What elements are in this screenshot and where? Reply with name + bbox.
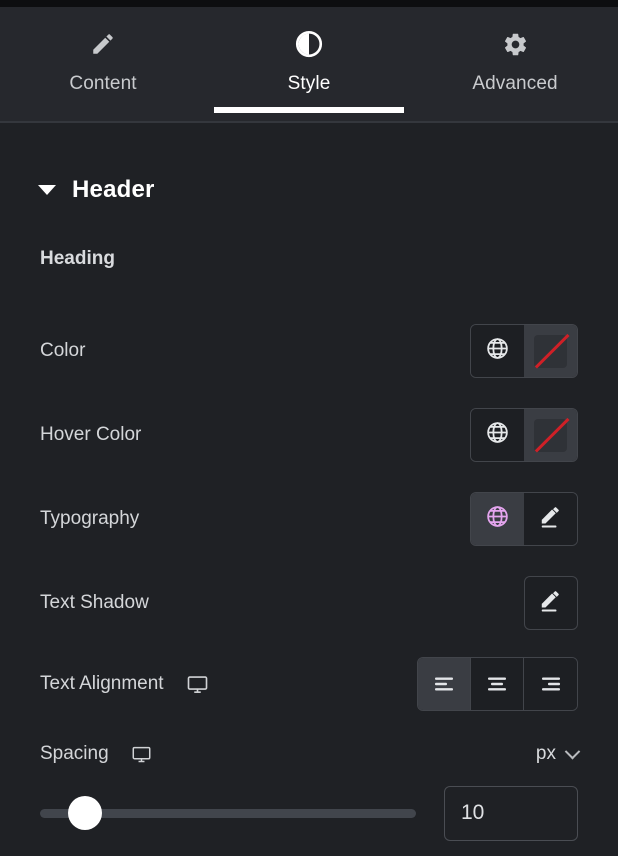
- control-label-typography: Typography: [40, 508, 140, 529]
- chevron-down-icon: [38, 185, 56, 195]
- globe-icon: [485, 420, 510, 450]
- desktop-icon[interactable]: [186, 673, 209, 696]
- global-color-button[interactable]: [471, 409, 524, 461]
- color-control-group: [470, 324, 578, 378]
- control-label-hover-color: Hover Color: [40, 424, 142, 445]
- no-color-swatch-icon: [534, 334, 567, 368]
- hover-color-control-group: [470, 408, 578, 462]
- tab-style[interactable]: Style: [206, 7, 412, 121]
- pencil-icon: [90, 29, 116, 59]
- tab-advanced-label: Advanced: [472, 73, 558, 94]
- tab-content-label: Content: [69, 73, 137, 94]
- tab-content[interactable]: Content: [0, 7, 206, 121]
- align-left-button[interactable]: [418, 658, 471, 710]
- align-right-button[interactable]: [524, 658, 577, 710]
- text-alignment-group: [417, 657, 578, 711]
- chevron-down-icon: [564, 743, 581, 759]
- elementor-style-panel: Content Style Advanced Header Heading Co…: [0, 0, 618, 856]
- control-row-hover-color: Hover Color: [0, 407, 618, 463]
- spacing-slider-row: [0, 783, 618, 843]
- pencil-edit-icon: [538, 504, 564, 535]
- color-swatch-button[interactable]: [524, 409, 577, 461]
- control-label-text-shadow: Text Shadow: [40, 592, 149, 613]
- control-row-text-alignment: Text Alignment: [0, 656, 618, 712]
- control-row-text-shadow: Text Shadow: [0, 575, 618, 631]
- gear-icon: [502, 29, 529, 59]
- contrast-icon: [294, 29, 324, 59]
- control-row-color: Color: [0, 323, 618, 379]
- control-label-spacing: Spacing: [40, 743, 109, 764]
- control-label-text-alignment: Text Alignment: [40, 673, 164, 694]
- global-typography-button[interactable]: [471, 493, 524, 545]
- globe-icon: [485, 504, 510, 534]
- align-center-button[interactable]: [471, 658, 524, 710]
- typography-control-group: [470, 492, 578, 546]
- pencil-edit-icon: [538, 588, 564, 619]
- unit-selector[interactable]: px: [535, 743, 581, 765]
- section-header-toggle[interactable]: Header: [0, 123, 618, 204]
- control-row-spacing: Spacing px: [0, 728, 618, 780]
- section-title: Header: [72, 176, 155, 203]
- group-label-heading: Heading: [40, 248, 115, 269]
- control-row-typography: Typography: [0, 491, 618, 547]
- tab-active-indicator: [214, 107, 404, 113]
- spacing-value-input[interactable]: [444, 785, 578, 841]
- slider-thumb[interactable]: [68, 796, 102, 830]
- color-swatch-button[interactable]: [524, 325, 577, 377]
- text-shadow-edit-button[interactable]: [524, 576, 578, 630]
- unit-label: px: [535, 743, 556, 764]
- no-color-swatch-icon: [534, 418, 567, 452]
- global-color-button[interactable]: [471, 325, 524, 377]
- globe-icon: [485, 336, 510, 366]
- control-label-color: Color: [40, 340, 86, 361]
- desktop-icon[interactable]: [131, 744, 152, 765]
- panel-tab-bar: Content Style Advanced: [0, 7, 618, 121]
- tab-advanced[interactable]: Advanced: [412, 7, 618, 121]
- window-top-strip: [0, 0, 618, 7]
- typography-edit-button[interactable]: [524, 493, 577, 545]
- spacing-slider[interactable]: [40, 794, 416, 832]
- tab-style-label: Style: [287, 73, 331, 94]
- panel-content: Header Heading Color Hover Color Typogra…: [0, 123, 618, 856]
